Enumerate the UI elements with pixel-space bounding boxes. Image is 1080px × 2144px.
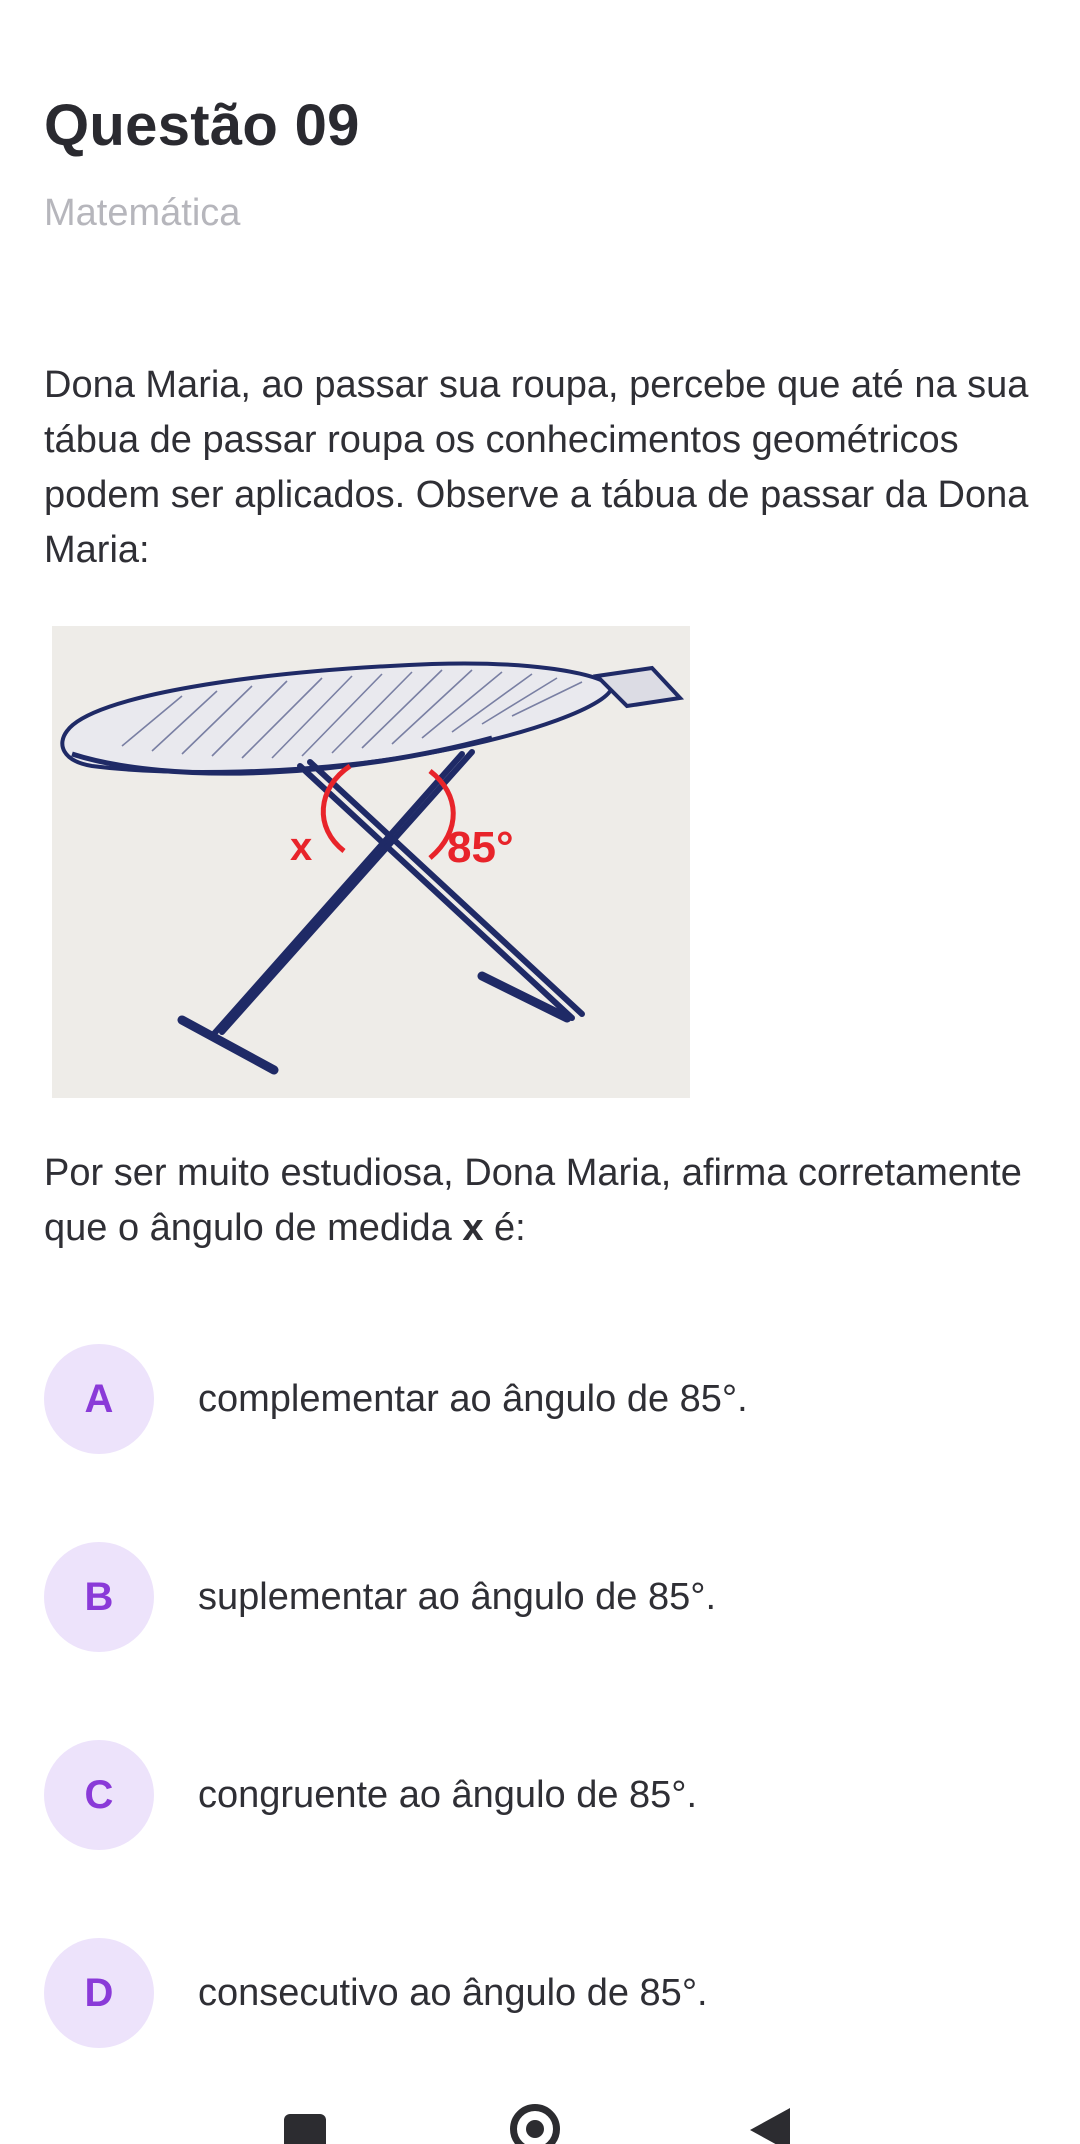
prompt-after: é:: [483, 1207, 526, 1249]
system-navigation-bar: [0, 2100, 1080, 2144]
option-a-text[interactable]: complementar ao ângulo de 85°.: [198, 1344, 748, 1454]
option-a-letter[interactable]: A: [44, 1344, 154, 1454]
option-d-letter[interactable]: D: [44, 1938, 154, 2048]
page-title: Questão 09: [44, 93, 360, 158]
ironing-board-illustration: x 85°: [60, 661, 685, 1075]
option-a[interactable]: A complementar ao ângulo de 85°.: [44, 1344, 1044, 1454]
option-d[interactable]: D consecutivo ao ângulo de 85°.: [44, 1938, 1044, 2048]
option-d-text[interactable]: consecutivo ao ângulo de 85°.: [198, 1938, 708, 2048]
iron-rest: [592, 665, 685, 709]
prompt-before: Por ser muito estudiosa, Dona Maria, afi…: [44, 1152, 1022, 1249]
option-c-letter[interactable]: C: [44, 1740, 154, 1850]
back-icon[interactable]: [750, 2108, 790, 2144]
subject-label: Matemática: [44, 192, 241, 234]
angle-85-label: 85°: [447, 823, 514, 872]
question-screen: Questão 09 Matemática Dona Maria, ao pas…: [0, 0, 1080, 2144]
option-b-text[interactable]: suplementar ao ângulo de 85°.: [198, 1542, 716, 1652]
board-feet: [177, 971, 572, 1075]
option-c[interactable]: C congruente ao ângulo de 85°.: [44, 1740, 1044, 1850]
option-b[interactable]: B suplementar ao ângulo de 85°.: [44, 1542, 1044, 1652]
home-icon[interactable]: [510, 2104, 560, 2144]
recent-apps-icon[interactable]: [284, 2114, 326, 2144]
option-b-letter[interactable]: B: [44, 1542, 154, 1652]
angle-x-label: x: [290, 825, 312, 869]
board-top: [60, 661, 615, 774]
ironing-board-figure: x 85°: [52, 626, 690, 1098]
question-statement: Dona Maria, ao passar sua roupa, percebe…: [44, 364, 1029, 571]
prompt-variable: x: [462, 1207, 484, 1249]
question-prompt: Por ser muito estudiosa, Dona Maria, afi…: [44, 1146, 1034, 1256]
option-c-text[interactable]: congruente ao ângulo de 85°.: [198, 1740, 697, 1850]
